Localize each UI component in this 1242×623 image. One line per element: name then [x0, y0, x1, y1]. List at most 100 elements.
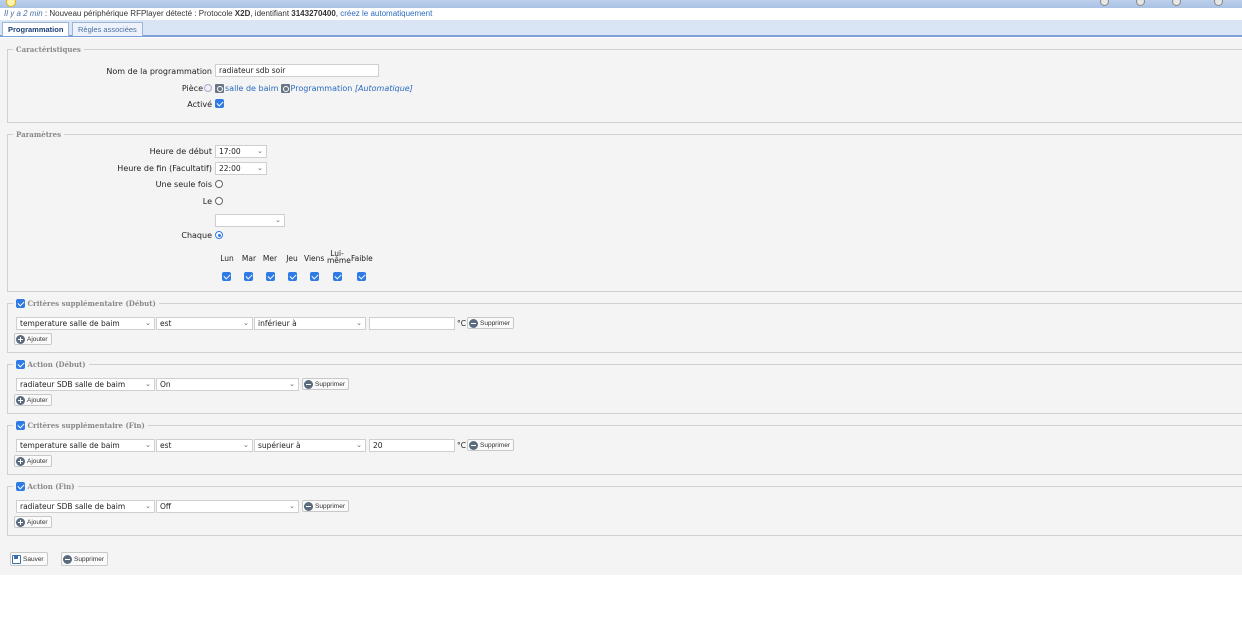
chevron-down-icon: ⌄ — [275, 216, 281, 224]
criteria-end-add-button[interactable]: Ajouter — [14, 455, 52, 467]
plus-circle-icon — [16, 334, 25, 344]
room-value-row: salle de baim Programmation [Automatique] — [213, 81, 413, 95]
criteria-start-add-label: Ajouter — [27, 335, 48, 343]
action-start-add-button[interactable]: Ajouter — [14, 394, 52, 406]
action-end-legend-text: Action (Fin) — [27, 482, 75, 491]
settings-icon[interactable] — [1136, 0, 1145, 6]
criteria-start-device: temperature salle de baim — [20, 319, 120, 328]
tab-regles-associees[interactable]: Règles associées — [72, 22, 143, 36]
day-label-viens: Viens — [304, 254, 325, 263]
action-end-add-button[interactable]: Ajouter — [14, 516, 52, 528]
action-end-delete-button[interactable]: Supprimer — [302, 500, 349, 512]
criteria-end-checkbox[interactable] — [16, 421, 25, 430]
start-time-select[interactable]: 17:00 ⌄ — [215, 145, 267, 158]
active-checkbox[interactable] — [215, 99, 224, 108]
criteria-start-operator: est — [160, 319, 172, 328]
action-start-value-select[interactable]: On ⌄ — [156, 378, 299, 391]
delete-label: Supprimer — [74, 555, 104, 563]
criteria-start-comparison: inférieur à — [258, 319, 297, 328]
name-label: Nom de la programmation — [106, 66, 212, 76]
once-radio[interactable] — [215, 180, 223, 188]
day-checkbox-mer[interactable] — [266, 272, 275, 281]
day-checkbox-lun[interactable] — [222, 272, 231, 281]
day-checkbox-jeu[interactable] — [288, 272, 297, 281]
app-logo-icon[interactable] — [6, 0, 16, 7]
criteria-end-legend: Critères supplémentaire (Fin) — [13, 421, 148, 430]
criteria-start-comparison-select[interactable]: inférieur à ⌄ — [254, 317, 366, 330]
action-start-checkbox[interactable] — [16, 360, 25, 369]
criteria-start-add-button[interactable]: Ajouter — [14, 333, 52, 345]
start-time-value: 17:00 — [219, 147, 241, 156]
tab-programmation[interactable]: Programmation — [2, 22, 70, 36]
chevron-down-icon: ⌄ — [289, 502, 295, 510]
criteria-end-comparison-select[interactable]: supérieur à ⌄ — [254, 439, 366, 452]
room-link[interactable]: salle de baim — [225, 84, 279, 93]
floppy-disk-icon — [12, 554, 21, 564]
create-automatically-link[interactable]: créez le automatiquement — [340, 9, 432, 18]
each-label: Chaque — [181, 230, 212, 240]
start-time-label: Heure de début — [149, 146, 212, 156]
active-label: Activé — [187, 99, 212, 109]
chevron-down-icon: ⌄ — [145, 502, 151, 510]
criteria-end-value-input[interactable]: 20 — [369, 439, 455, 452]
chevron-down-icon: ⌄ — [243, 319, 249, 327]
criteria-start-operator-select[interactable]: est ⌄ — [156, 317, 253, 330]
save-label: Sauver — [23, 555, 44, 563]
criteria-end-device-select[interactable]: temperature salle de baim ⌄ — [16, 439, 155, 452]
day-label-mar: Mar — [241, 254, 257, 263]
action-start-value: On — [160, 380, 171, 389]
criteria-end-add-label: Ajouter — [27, 457, 48, 465]
criteria-start-device-select[interactable]: temperature salle de baim ⌄ — [16, 317, 155, 330]
action-start-device-select[interactable]: radiateur SDB salle de baim ⌄ — [16, 378, 155, 391]
on-label-row: Le — [0, 194, 212, 208]
power-icon[interactable] — [1214, 0, 1223, 6]
programmation-name-input[interactable]: radiateur sdb soir — [215, 64, 379, 77]
help-icon[interactable] — [204, 84, 212, 92]
chevron-down-icon: ⌄ — [356, 319, 362, 327]
room-extra-link[interactable]: Programmation — [291, 84, 353, 93]
action-start-legend-text: Action (Début) — [27, 360, 86, 369]
criteria-end-comparison: supérieur à — [258, 441, 301, 450]
on-date-radio[interactable] — [215, 197, 223, 205]
name-label-row: Nom de la programmation — [0, 64, 212, 78]
notification-time: Il y a 2 min — [4, 9, 43, 18]
action-end-delete-label: Supprimer — [315, 502, 345, 510]
plus-circle-icon — [16, 456, 25, 466]
day-checkbox-faible[interactable] — [357, 272, 366, 281]
app-header — [0, 0, 1242, 8]
once-label-row: Une seule fois — [0, 177, 212, 191]
criteria-start-value-input[interactable] — [369, 317, 455, 330]
criteria-end-unit: °C — [457, 441, 466, 450]
room-icon — [215, 83, 224, 93]
action-end-checkbox[interactable] — [16, 482, 25, 491]
criteria-start-checkbox[interactable] — [16, 299, 25, 308]
help-icon[interactable] — [1100, 0, 1109, 6]
day-checkbox-viens[interactable] — [310, 272, 319, 281]
on-date-select[interactable]: ⌄ — [215, 214, 285, 227]
each-radio[interactable] — [215, 231, 223, 239]
action-end-value-select[interactable]: Off ⌄ — [156, 500, 299, 513]
delete-button[interactable]: Supprimer — [61, 552, 108, 566]
chevron-down-icon: ⌄ — [356, 441, 362, 449]
chevron-down-icon: ⌄ — [145, 319, 151, 327]
criteria-start-legend: Critères supplémentaire (Début) — [13, 299, 159, 308]
criteria-end-device: temperature salle de baim — [20, 441, 120, 450]
chevron-down-icon: ⌄ — [257, 164, 263, 172]
criteria-end-delete-button[interactable]: Supprimer — [467, 439, 514, 451]
action-start-delete-button[interactable]: Supprimer — [302, 378, 349, 390]
end-time-value: 22:00 — [219, 164, 241, 173]
criteria-start-delete-button[interactable]: Supprimer — [467, 317, 514, 329]
start-label-row: Heure de début — [0, 144, 212, 158]
day-label-mer: Mer — [262, 254, 278, 263]
user-icon[interactable] — [1172, 0, 1181, 6]
room-label-row: Pièce — [0, 81, 212, 95]
day-checkbox-mar[interactable] — [244, 272, 253, 281]
tab-bar: Programmation Règles associées — [0, 20, 1242, 37]
save-button[interactable]: Sauver — [10, 552, 48, 566]
criteria-end-operator-select[interactable]: est ⌄ — [156, 439, 253, 452]
end-time-select[interactable]: 22:00 ⌄ — [215, 162, 267, 175]
minus-circle-icon — [304, 501, 313, 511]
minus-circle-icon — [304, 379, 313, 389]
day-checkbox-lui-meme[interactable] — [333, 272, 342, 281]
action-end-device-select[interactable]: radiateur SDB salle de baim ⌄ — [16, 500, 155, 513]
